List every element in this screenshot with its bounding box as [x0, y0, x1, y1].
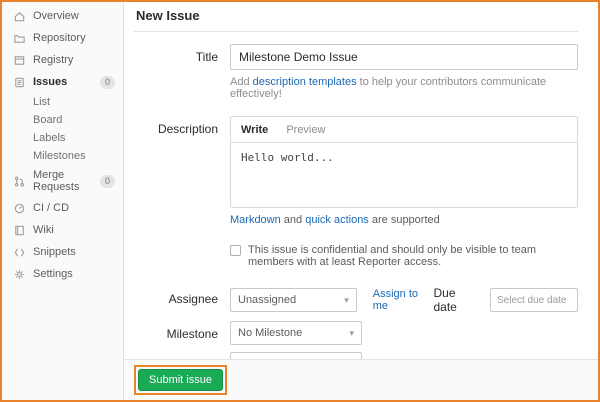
- sidebar-item-label: Repository: [33, 32, 86, 44]
- sidebar-item-overview[interactable]: Overview: [2, 5, 123, 27]
- description-row: Description Write Preview Hello world...…: [134, 116, 578, 244]
- assignee-label: Assignee: [134, 286, 230, 314]
- submit-issue-button[interactable]: Submit issue: [138, 369, 223, 391]
- sidebar-item-issues-board[interactable]: Board: [2, 111, 123, 129]
- help-prefix: Add: [230, 76, 253, 88]
- confidential-checkbox[interactable]: [230, 245, 241, 256]
- sidebar-item-label: Issues: [33, 76, 67, 88]
- sidebar-item-label: Board: [33, 114, 62, 126]
- assignee-row: Assignee Unassigned ▾ Assign to me Due d…: [134, 286, 578, 314]
- labels-dropdown[interactable]: Labels ▾: [230, 352, 362, 359]
- milestone-label: Milestone: [134, 321, 230, 345]
- quick-actions-link[interactable]: quick actions: [305, 214, 369, 226]
- sidebar-item-wiki[interactable]: Wiki: [2, 219, 123, 241]
- title-label: Title: [134, 44, 230, 100]
- markdown-link[interactable]: Markdown: [230, 214, 281, 226]
- milestone-row: Milestone No Milestone ▾: [134, 321, 578, 345]
- sidebar-item-label: Overview: [33, 10, 79, 22]
- sidebar-item-label: Labels: [33, 132, 65, 144]
- overview-icon: [12, 9, 26, 23]
- description-editor: Write Preview Hello world...: [230, 116, 578, 208]
- sidebar-item-issues-labels[interactable]: Labels: [2, 129, 123, 147]
- confidential-row: This issue is confidential and should on…: [134, 244, 578, 268]
- labels-label: Labels: [134, 352, 230, 359]
- sidebar-item-label: Registry: [33, 54, 73, 66]
- sidebar-item-issues-milestones[interactable]: Milestones: [2, 147, 123, 165]
- form-footer: Submit issue: [124, 359, 598, 400]
- description-textarea[interactable]: Hello world...: [231, 143, 577, 207]
- sidebar-item-snippets[interactable]: Snippets: [2, 241, 123, 263]
- sidebar-item-ci-cd[interactable]: CI / CD: [2, 197, 123, 219]
- assignee-value: Unassigned: [238, 294, 296, 306]
- sidebar-item-label: CI / CD: [33, 202, 69, 214]
- assignee-dropdown[interactable]: Unassigned ▾: [230, 288, 357, 312]
- confidential-label-spacer: [134, 244, 230, 268]
- sidebar-item-label: List: [33, 96, 50, 108]
- sidebar-item-merge-requests[interactable]: Merge Requests 0: [2, 165, 123, 197]
- app-window: Overview Repository Registry Issues 0 Li…: [0, 0, 600, 402]
- project-sidebar: Overview Repository Registry Issues 0 Li…: [2, 2, 124, 400]
- annotation-highlight-box: Submit issue: [134, 365, 227, 395]
- sidebar-item-repository[interactable]: Repository: [2, 27, 123, 49]
- due-date-label: Due date: [433, 286, 480, 314]
- tab-write[interactable]: Write: [241, 117, 268, 142]
- assign-to-me-link[interactable]: Assign to me: [373, 288, 434, 312]
- description-templates-link[interactable]: description templates: [253, 76, 357, 88]
- issues-count-badge: 0: [100, 76, 115, 89]
- issues-icon: [12, 75, 26, 89]
- sidebar-item-label: Snippets: [33, 246, 76, 258]
- tab-preview[interactable]: Preview: [286, 117, 325, 142]
- merge-requests-count-badge: 0: [100, 175, 115, 188]
- snippets-icon: [12, 245, 26, 259]
- header-divider: [134, 31, 578, 32]
- milestone-value: No Milestone: [238, 327, 302, 339]
- sidebar-item-label: Settings: [33, 268, 73, 280]
- registry-icon: [12, 53, 26, 67]
- markdown-help-and: and: [281, 214, 305, 226]
- sidebar-item-label: Merge Requests: [33, 169, 93, 193]
- labels-row: Labels Labels ▾: [134, 352, 578, 359]
- ci-cd-icon: [12, 201, 26, 215]
- main-content: New Issue Title Add description template…: [124, 2, 598, 400]
- page-title: New Issue: [136, 8, 578, 23]
- markdown-help-suffix: are supported: [369, 214, 440, 226]
- markdown-help-text: Markdown and quick actions are supported: [230, 214, 578, 226]
- chevron-down-icon: ▾: [349, 328, 354, 339]
- sidebar-item-settings[interactable]: Settings: [2, 263, 123, 285]
- merge-requests-icon: [12, 174, 26, 188]
- due-date-input[interactable]: [490, 288, 578, 312]
- repository-icon: [12, 31, 26, 45]
- milestone-dropdown[interactable]: No Milestone ▾: [230, 321, 362, 345]
- title-row: Title Add description templates to help …: [134, 44, 578, 100]
- wiki-icon: [12, 223, 26, 237]
- sidebar-item-label: Wiki: [33, 224, 54, 236]
- sidebar-item-label: Milestones: [33, 150, 86, 162]
- title-help-text: Add description templates to help your c…: [230, 76, 578, 100]
- chevron-down-icon: ▾: [344, 295, 349, 306]
- sidebar-item-issues[interactable]: Issues 0: [2, 71, 123, 93]
- description-label: Description: [134, 116, 230, 244]
- settings-icon: [12, 267, 26, 281]
- issue-title-input[interactable]: [230, 44, 578, 70]
- sidebar-item-registry[interactable]: Registry: [2, 49, 123, 71]
- confidential-text: This issue is confidential and should on…: [248, 244, 578, 268]
- editor-tabs: Write Preview: [231, 117, 577, 143]
- sidebar-item-issues-list[interactable]: List: [2, 93, 123, 111]
